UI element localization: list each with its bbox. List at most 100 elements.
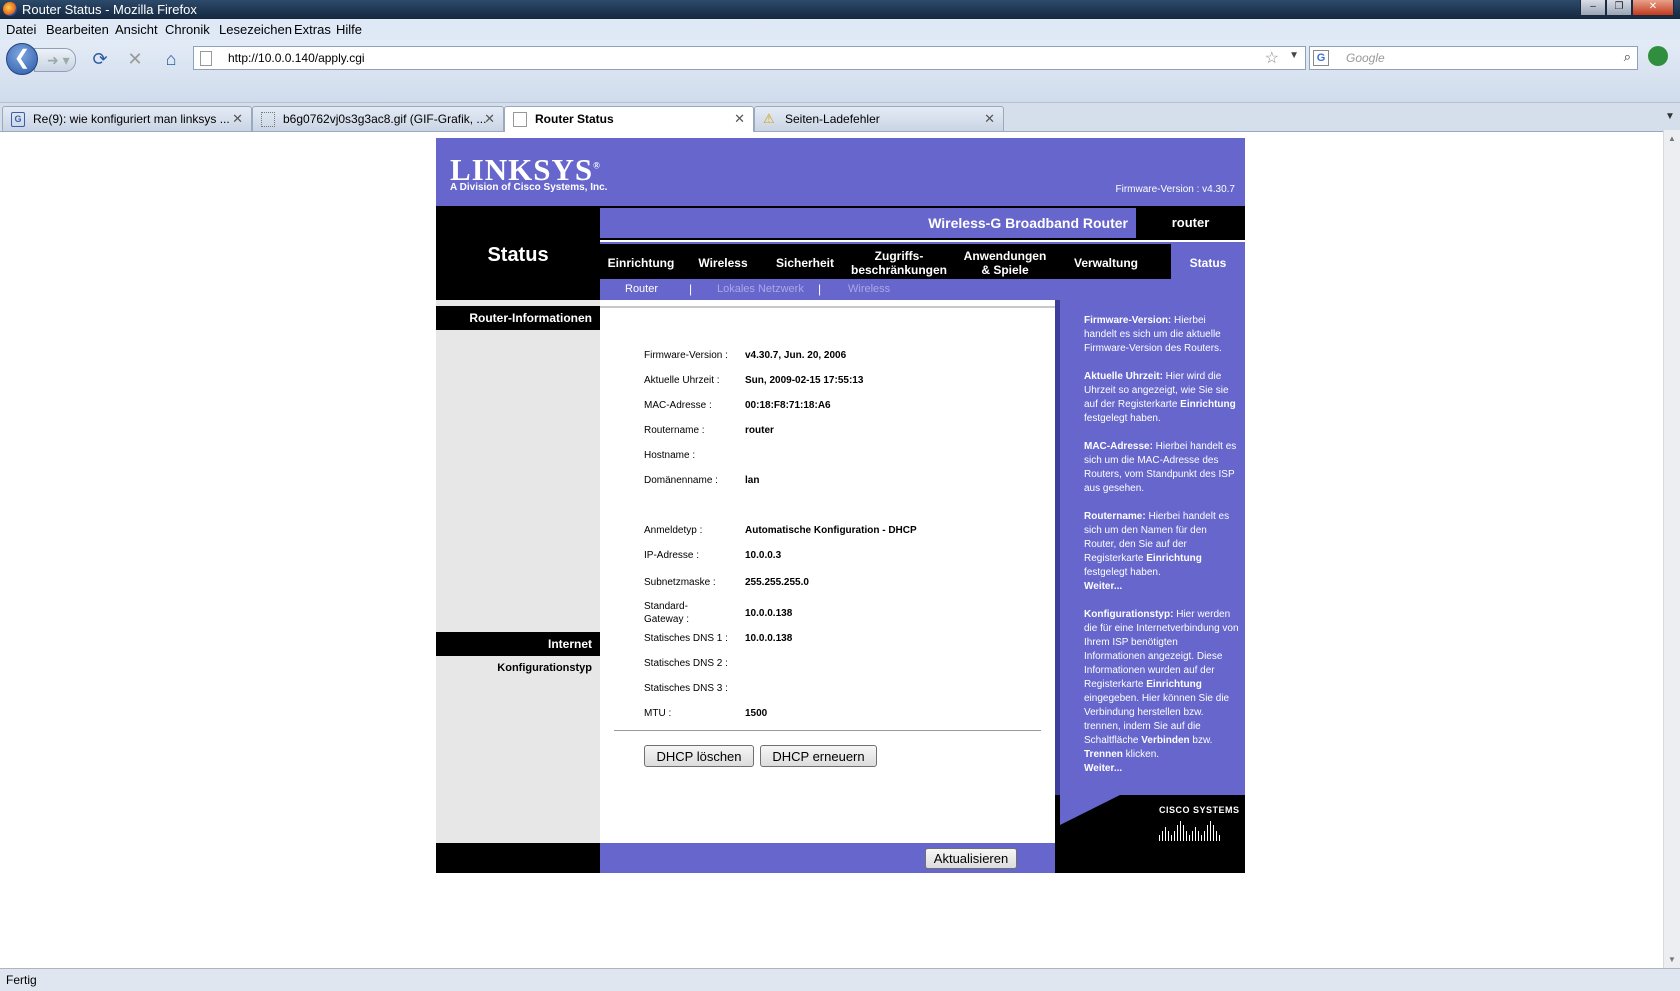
- row-label: MTU :: [644, 708, 672, 719]
- section-title-block: Status: [436, 206, 600, 300]
- nav-einrichtung[interactable]: Einrichtung: [600, 244, 682, 281]
- config-type-label: Konfigurationstyp: [497, 662, 592, 674]
- menu-bearbeiten[interactable]: Bearbeiten: [46, 22, 109, 37]
- help-text: festgelegt haben.: [1084, 567, 1161, 578]
- scrollbar[interactable]: ▲ ▼: [1663, 130, 1680, 968]
- help-keyword: Einrichtung: [1180, 399, 1236, 410]
- menu-hilfe[interactable]: Hilfe: [336, 22, 362, 37]
- help-more-link[interactable]: Weiter...: [1084, 763, 1122, 774]
- tab-list-icon[interactable]: ▼: [1660, 103, 1680, 131]
- tab-label: Re(9): wie konfiguriert man linksys ...: [33, 112, 230, 126]
- row-label: Standard- Gateway :: [644, 601, 690, 625]
- content-divider: [614, 730, 1041, 731]
- subnav-lokales-netzwerk[interactable]: Lokales Netzwerk: [717, 283, 804, 295]
- sub-nav: Router | Lokales Netzwerk | Wireless: [600, 279, 1245, 300]
- menu-ansicht[interactable]: Ansicht: [115, 22, 158, 37]
- nav-verwaltung[interactable]: Verwaltung: [1058, 244, 1154, 281]
- tab-router-status[interactable]: Router Status ✕: [504, 106, 754, 132]
- tab-close-icon[interactable]: ✕: [984, 111, 995, 127]
- forward-button[interactable]: ➜ ▾: [34, 48, 76, 72]
- search-placeholder: Google: [1346, 51, 1385, 65]
- help-mac: MAC-Adresse: Hierbei handelt es sich um …: [1084, 440, 1240, 496]
- product-name: Wireless-G Broadband Router: [928, 215, 1128, 231]
- maximize-icon[interactable]: ❐: [1606, 0, 1632, 16]
- scroll-down-icon[interactable]: ▼: [1668, 955, 1676, 964]
- tab-label: Seiten-Ladefehler: [785, 112, 880, 126]
- nav-zugriffsbeschraenkungen[interactable]: Zugriffs- beschränkungen: [846, 244, 952, 281]
- home-icon[interactable]: ⌂: [160, 48, 182, 70]
- row-value: lan: [745, 475, 760, 486]
- nav-wireless[interactable]: Wireless: [682, 244, 764, 281]
- row-label: Statisches DNS 2 :: [644, 658, 728, 669]
- row-label: MAC-Adresse :: [644, 400, 712, 411]
- purple-wedge: [1060, 795, 1120, 825]
- tab-forum[interactable]: G Re(9): wie konfiguriert man linksys ..…: [2, 106, 252, 131]
- refresh-button[interactable]: Aktualisieren: [925, 848, 1017, 869]
- nav-status[interactable]: Status: [1171, 244, 1245, 281]
- tab-close-icon[interactable]: ✕: [484, 111, 495, 127]
- help-keyword: Trennen: [1084, 749, 1123, 760]
- tab-label: b6g0762vj0s3g3ac8.gif (GIF-Grafik, ...: [283, 112, 487, 126]
- row-value: Automatische Konfiguration - DHCP: [745, 525, 917, 536]
- status-content: Firmware-Version : v4.30.7, Jun. 20, 2006…: [600, 308, 1055, 843]
- nav-anwendungen-spiele[interactable]: Anwendungen & Spiele: [952, 244, 1058, 281]
- menu-datei[interactable]: Datei: [6, 22, 36, 37]
- addon-icon[interactable]: [1648, 46, 1668, 66]
- tab-gif[interactable]: b6g0762vj0s3g3ac8.gif (GIF-Grafik, ... ✕: [252, 106, 504, 131]
- scroll-up-icon[interactable]: ▲: [1668, 134, 1676, 143]
- tab-close-icon[interactable]: ✕: [232, 111, 243, 127]
- menu-extras[interactable]: Extras: [294, 22, 331, 37]
- close-window-icon[interactable]: ✕: [1632, 0, 1674, 16]
- page-icon: [513, 112, 527, 127]
- row-value: router: [745, 425, 774, 436]
- help-time: Aktuelle Uhrzeit: Hier wird die Uhrzeit …: [1084, 370, 1240, 426]
- back-arrow-icon: ❮: [13, 47, 31, 69]
- status-bar: Fertig: [0, 968, 1680, 991]
- forward-arrow-icon: ➜ ▾: [47, 52, 70, 68]
- row-value: 00:18:F8:71:18:A6: [745, 400, 831, 411]
- tab-load-error[interactable]: ⚠ Seiten-Ladefehler ✕: [754, 106, 1004, 131]
- router-info-header: Router-Informationen: [436, 306, 600, 330]
- help-keyword: Einrichtung: [1146, 679, 1202, 690]
- dhcp-release-button[interactable]: DHCP löschen: [644, 745, 754, 767]
- nav-sicherheit[interactable]: Sicherheit: [764, 244, 846, 281]
- logo-subtitle: A Division of Cisco Systems, Inc.: [450, 182, 608, 193]
- row-label: Hostname :: [644, 450, 696, 461]
- reload-icon[interactable]: ⟳: [89, 48, 111, 70]
- back-button[interactable]: ❮: [6, 43, 38, 75]
- minimize-icon[interactable]: ‒: [1580, 0, 1606, 16]
- footer-bar: Aktualisieren: [600, 843, 1055, 873]
- window-title: Router Status - Mozilla Firefox: [22, 2, 197, 17]
- cisco-bridge-icon: [1159, 817, 1225, 841]
- url-dropdown-icon[interactable]: ▼: [1289, 50, 1299, 61]
- help-text: Hier werden die für eine Internetverbind…: [1084, 609, 1239, 690]
- menu-lesezeichen[interactable]: Lesezeichen: [219, 22, 292, 37]
- router-header: LINKSYS® A Division of Cisco Systems, In…: [436, 138, 1245, 206]
- tab-close-icon[interactable]: ✕: [734, 111, 745, 127]
- search-bar[interactable]: G Google ⌕: [1309, 46, 1638, 70]
- site-favicon-icon: G: [11, 112, 25, 127]
- url-bar[interactable]: http://10.0.0.140/apply.cgi ☆ ▼: [193, 46, 1306, 70]
- help-more-link[interactable]: Weiter...: [1084, 581, 1122, 592]
- cisco-systems-logo: CISCO SYSTEMS: [1159, 805, 1240, 815]
- window-titlebar: Router Status - Mozilla Firefox ‒ ❐ ✕: [0, 0, 1680, 19]
- row-label: Statisches DNS 3 :: [644, 683, 728, 694]
- row-value: v4.30.7, Jun. 20, 2006: [745, 350, 847, 361]
- magnifier-icon[interactable]: ⌕: [1624, 49, 1631, 65]
- product-name-box: Wireless-G Broadband Router: [600, 208, 1136, 238]
- footer-left: [436, 843, 600, 873]
- help-title: MAC-Adresse:: [1084, 441, 1153, 452]
- url-text: http://10.0.0.140/apply.cgi: [228, 51, 365, 65]
- subnav-wireless[interactable]: Wireless: [848, 283, 890, 295]
- row-value: 1500: [745, 708, 768, 719]
- dhcp-renew-button[interactable]: DHCP erneuern: [760, 745, 877, 767]
- search-engine-icon[interactable]: G: [1313, 50, 1329, 66]
- stop-icon[interactable]: ✕: [124, 48, 146, 70]
- help-keyword: Einrichtung: [1146, 553, 1202, 564]
- bookmark-star-icon[interactable]: ☆: [1265, 48, 1279, 68]
- help-firmware: Firmware-Version: Hierbei handelt es sic…: [1084, 314, 1240, 356]
- subnav-router[interactable]: Router: [625, 283, 658, 295]
- menu-chronik[interactable]: Chronik: [165, 22, 210, 37]
- row-label: Firmware-Version :: [644, 350, 728, 361]
- row-label: Anmeldetyp :: [644, 525, 703, 536]
